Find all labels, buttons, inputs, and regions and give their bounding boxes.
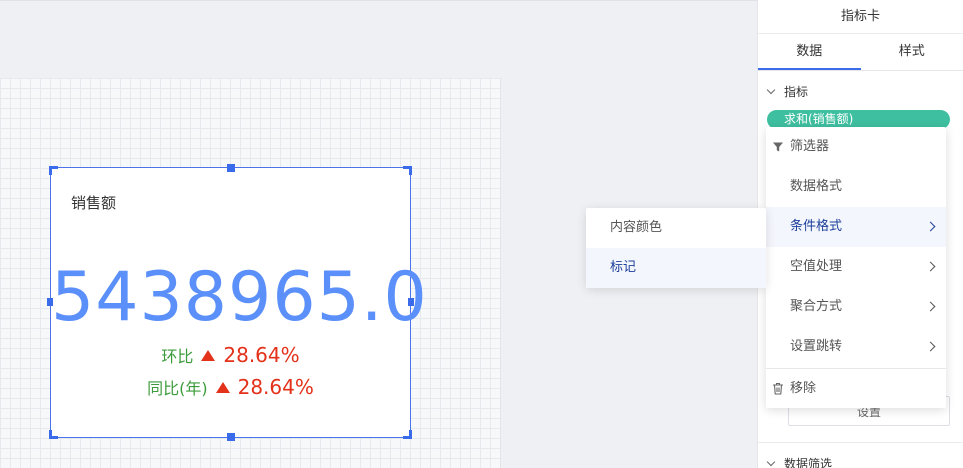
filter-section-label: 数据筛选 bbox=[784, 457, 833, 468]
resize-handle-bottom[interactable] bbox=[227, 433, 235, 441]
card-value: 5438965.0 bbox=[51, 258, 428, 337]
resize-handle-top-right[interactable] bbox=[403, 166, 412, 175]
filter-section-header[interactable]: 数据筛选 bbox=[766, 455, 833, 468]
resize-handle-bottom-right[interactable] bbox=[403, 430, 412, 439]
filter-icon bbox=[773, 142, 783, 152]
tab-data[interactable]: 数据 bbox=[758, 34, 861, 70]
chevron-right-icon bbox=[925, 221, 936, 232]
panel-title: 指标卡 bbox=[758, 0, 963, 34]
menu-item-null-handling-label: 空值处理 bbox=[790, 259, 843, 274]
yoy-value: 28.64% bbox=[237, 375, 314, 399]
menu-item-aggregation-label: 聚合方式 bbox=[790, 299, 843, 314]
yoy-row: 同比(年) 28.64% bbox=[51, 375, 410, 399]
menu-item-remove[interactable]: 移除 bbox=[766, 369, 946, 409]
resize-handle-bottom-left[interactable] bbox=[49, 430, 58, 439]
panel-tabs: 数据 样式 bbox=[758, 34, 963, 71]
chevron-down-icon bbox=[766, 457, 776, 467]
menu-item-data-format[interactable]: 数据格式 bbox=[766, 167, 946, 207]
indicator-card[interactable]: 销售额 5438965.0 环比 28.64% 同比(年) 28.64% bbox=[47, 164, 428, 441]
menu-item-aggregation[interactable]: 聚合方式 bbox=[766, 287, 946, 327]
menu-item-filter[interactable]: 筛选器 bbox=[766, 127, 946, 167]
trash-icon bbox=[773, 382, 783, 395]
mom-value: 28.64% bbox=[223, 343, 300, 367]
menu-item-jump[interactable]: 设置跳转 bbox=[766, 327, 946, 367]
tab-style[interactable]: 样式 bbox=[861, 34, 963, 70]
resize-handle-top[interactable] bbox=[227, 164, 235, 172]
top-border bbox=[0, 0, 757, 1]
chevron-right-icon bbox=[925, 261, 936, 272]
metric-section-label: 指标 bbox=[784, 85, 809, 99]
menu-item-conditional-format[interactable]: 条件格式 bbox=[766, 207, 946, 247]
resize-handle-top-left[interactable] bbox=[49, 166, 58, 175]
chevron-right-icon bbox=[925, 301, 936, 312]
metric-section-header[interactable]: 指标 bbox=[766, 83, 809, 100]
mom-label: 环比 bbox=[161, 347, 194, 366]
menu-item-data-format-label: 数据格式 bbox=[790, 179, 843, 194]
menu-item-null-handling[interactable]: 空值处理 bbox=[766, 247, 946, 287]
yoy-label: 同比(年) bbox=[147, 379, 208, 398]
submenu-item-marker[interactable]: 标记 bbox=[586, 248, 766, 288]
resize-handle-right[interactable] bbox=[408, 298, 414, 306]
chevron-down-icon bbox=[766, 85, 776, 95]
resize-handle-left[interactable] bbox=[47, 298, 53, 306]
mom-row: 环比 28.64% bbox=[51, 343, 410, 367]
submenu-item-content-color[interactable]: 内容颜色 bbox=[586, 208, 766, 248]
section-divider bbox=[758, 442, 963, 443]
field-context-menu: 筛选器 数据格式 条件格式 空值处理 聚合方式 设置跳转 移除 bbox=[766, 127, 946, 408]
up-arrow-icon bbox=[201, 349, 216, 361]
chevron-right-icon bbox=[925, 341, 936, 352]
card-title: 销售额 bbox=[71, 194, 117, 212]
menu-item-conditional-format-label: 条件格式 bbox=[790, 219, 843, 234]
menu-item-jump-label: 设置跳转 bbox=[790, 339, 843, 354]
menu-item-remove-label: 移除 bbox=[790, 381, 817, 396]
up-arrow-icon bbox=[215, 381, 230, 393]
menu-item-filter-label: 筛选器 bbox=[790, 139, 830, 154]
conditional-format-submenu: 内容颜色 标记 bbox=[586, 208, 766, 288]
